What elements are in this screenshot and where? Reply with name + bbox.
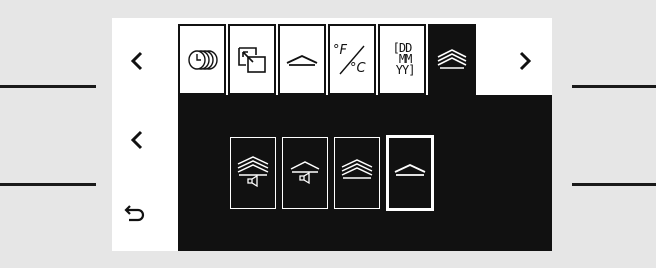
option-roof-lines[interactable] xyxy=(334,137,380,209)
rings-icon xyxy=(188,49,218,70)
roof-sound-tab[interactable] xyxy=(428,24,476,95)
temperature-unit-icon: °F °C xyxy=(332,40,372,80)
roof-lines-icon xyxy=(341,159,373,179)
next-tab-button[interactable] xyxy=(510,46,540,76)
roof-icon xyxy=(394,164,426,176)
timer-rings-tab[interactable] xyxy=(178,24,226,95)
options-panel xyxy=(178,95,552,251)
device-bezel: °F °C [DD MM YY] xyxy=(0,0,656,268)
roof-sound-icon xyxy=(437,48,467,69)
chevron-left-icon xyxy=(130,51,143,71)
right-middle-hardware-button[interactable] xyxy=(572,90,656,175)
window-arrow-icon xyxy=(238,46,266,73)
display-screen: °F °C [DD MM YY] xyxy=(112,18,552,251)
option-roof[interactable] xyxy=(386,135,434,211)
roof-tab[interactable] xyxy=(278,24,326,95)
date-format-tab[interactable]: [DD MM YY] xyxy=(378,24,426,95)
left-top-hardware-button[interactable] xyxy=(0,0,96,85)
chevron-left-icon xyxy=(130,130,143,150)
left-upper-separator xyxy=(0,85,96,88)
roof-icon xyxy=(286,54,318,66)
window-tab[interactable] xyxy=(228,24,276,95)
small-roof-sound-icon xyxy=(290,161,320,185)
back-button[interactable] xyxy=(120,198,150,228)
date-format-icon: [DD MM YY] xyxy=(392,41,416,77)
right-top-hardware-button[interactable] xyxy=(572,0,656,85)
chevron-right-icon xyxy=(519,51,532,71)
option-roof-sound[interactable] xyxy=(230,137,276,209)
right-lower-separator xyxy=(572,183,656,186)
option-small-roof-sound[interactable] xyxy=(282,137,328,209)
left-lower-separator xyxy=(0,183,96,186)
temperature-unit-tab[interactable]: °F °C xyxy=(328,24,376,95)
celsius-label: °C xyxy=(350,60,366,76)
right-bottom-hardware-button[interactable] xyxy=(572,188,656,268)
left-bottom-hardware-button[interactable] xyxy=(0,188,96,268)
right-upper-separator xyxy=(572,85,656,88)
prev-option-button[interactable] xyxy=(122,125,152,155)
roof-sound-icon xyxy=(237,156,269,188)
left-middle-hardware-button[interactable] xyxy=(0,90,96,175)
prev-tab-button[interactable] xyxy=(122,46,152,76)
back-arrow-icon xyxy=(124,205,145,222)
